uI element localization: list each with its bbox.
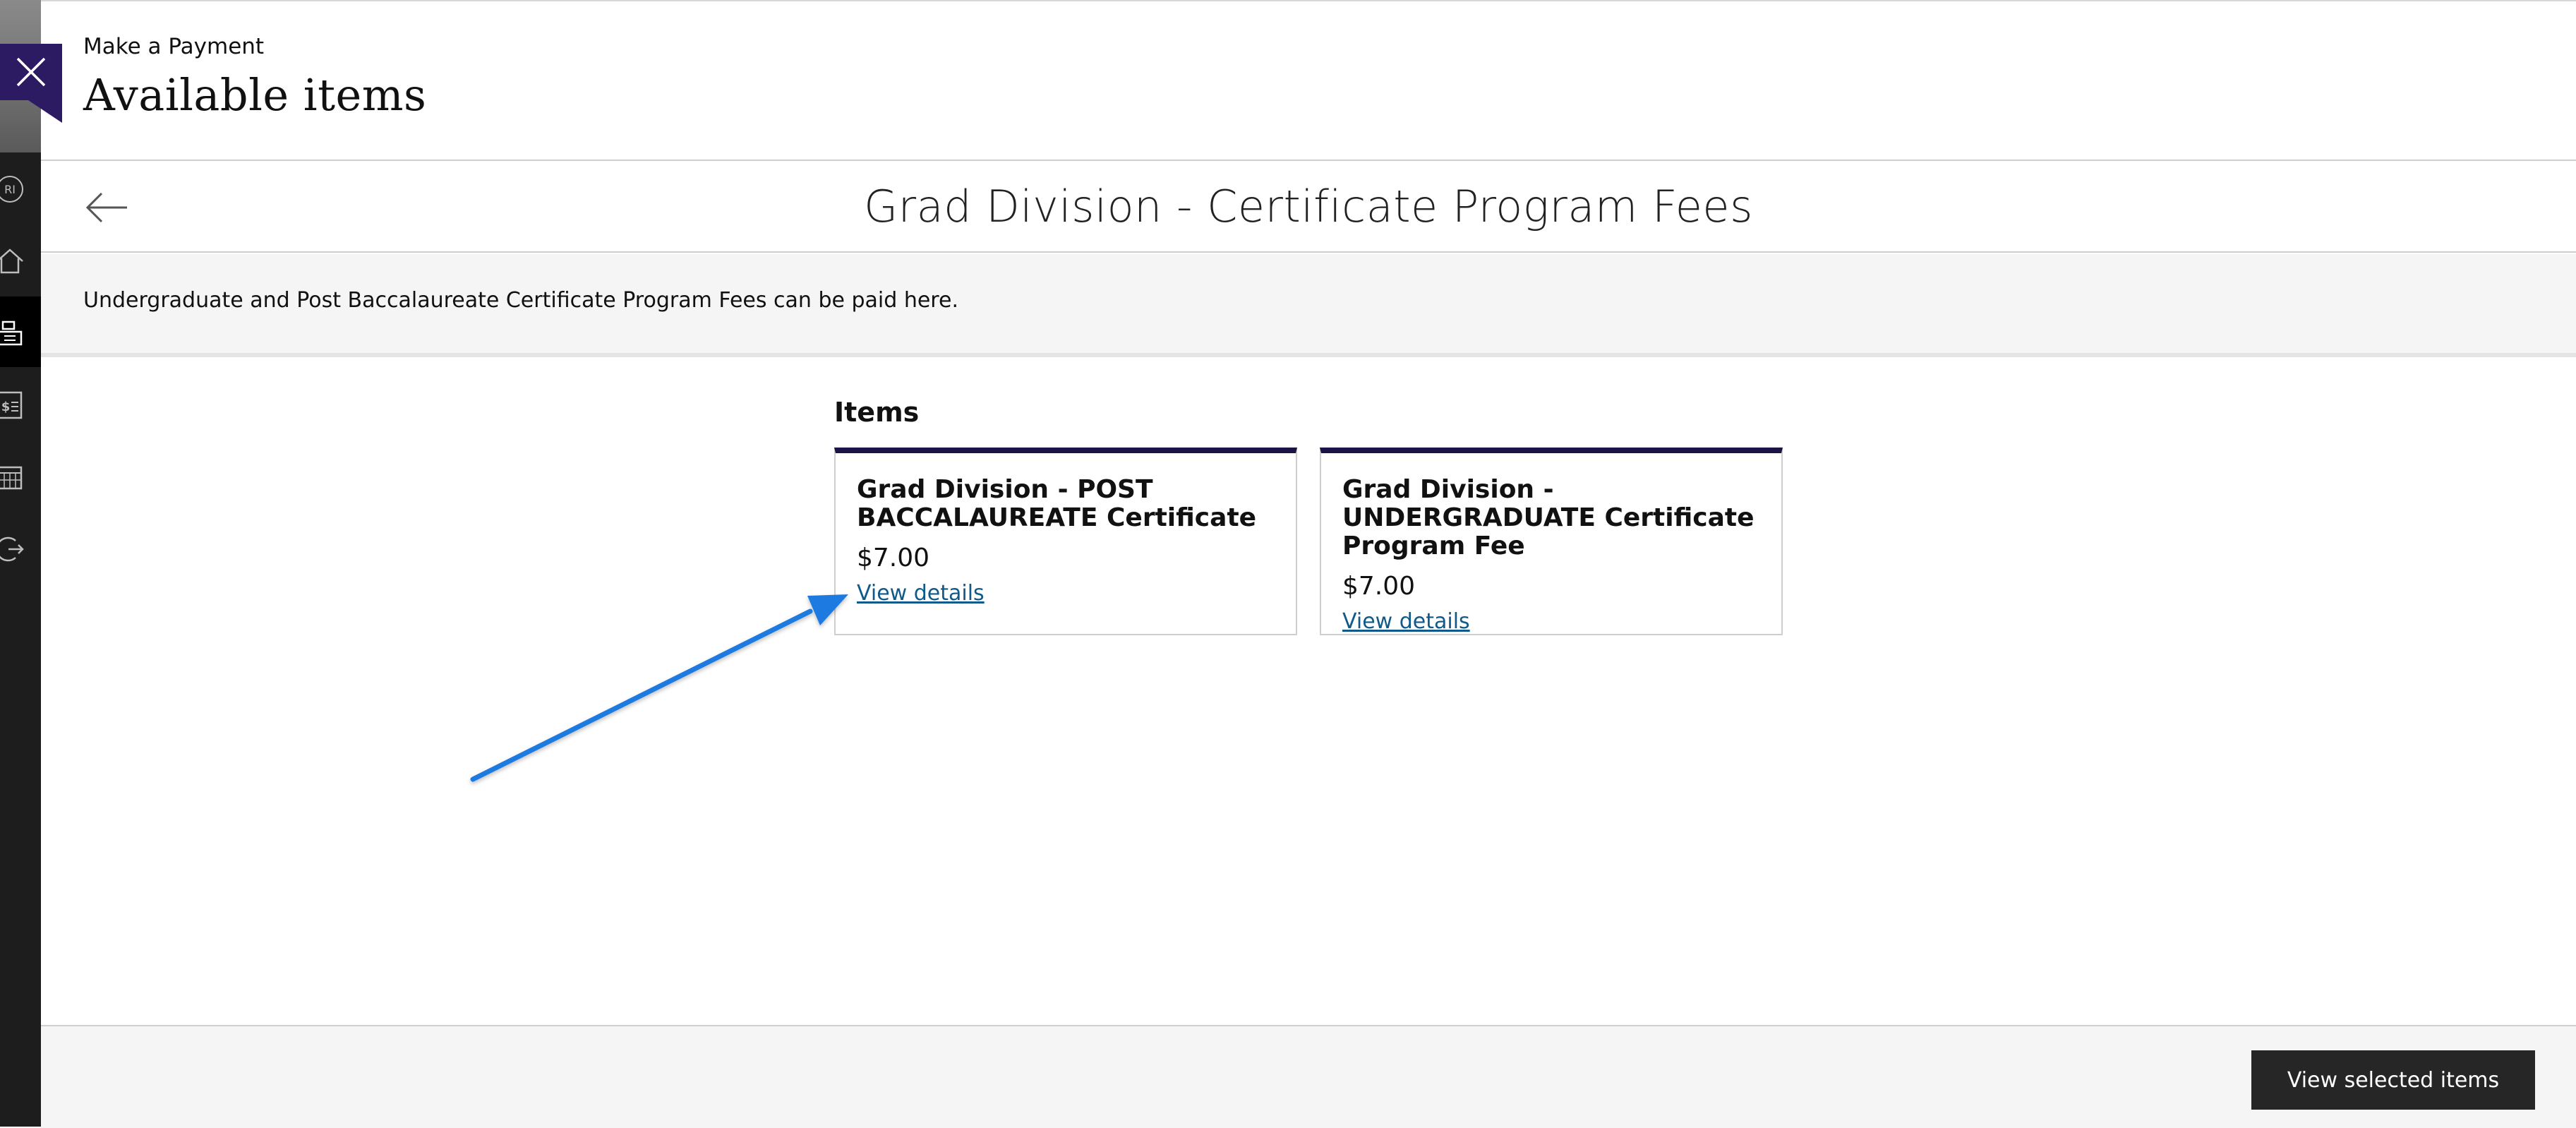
avatar-initials-icon[interactable]: RI [0, 171, 28, 208]
item-price: $7.00 [1342, 572, 1416, 601]
item-card[interactable]: Grad Division - POST BACCALAUREATE Certi… [834, 448, 1297, 635]
section-description: Undergraduate and Post Baccalaureate Cer… [83, 288, 958, 313]
main-panel: Make a Payment Available items Grad Divi… [41, 0, 2576, 1128]
panel-header: Make a Payment Available items [41, 1, 2576, 161]
bill-icon[interactable]: $ [0, 387, 28, 424]
item-title: Grad Division - UNDERGRADUATE Certificat… [1342, 475, 1755, 560]
close-icon [16, 57, 46, 87]
footer-bar: View selected items [41, 1025, 2576, 1128]
section-title: Grad Division - Certificate Program Fees [864, 181, 1753, 232]
svg-text:$: $ [1, 400, 11, 414]
view-details-link[interactable]: View details [1342, 609, 1470, 634]
item-price: $7.00 [857, 544, 930, 572]
logout-icon[interactable] [0, 531, 28, 568]
close-button-tab [28, 100, 62, 123]
breadcrumb: Make a Payment [83, 34, 265, 59]
page-title: Available items [83, 69, 427, 121]
left-sidebar: RI $ [0, 0, 41, 1127]
calendar-icon[interactable] [0, 459, 28, 496]
view-details-link[interactable]: View details [857, 581, 985, 606]
view-selected-items-button[interactable]: View selected items [2251, 1050, 2535, 1110]
close-button[interactable] [0, 44, 62, 100]
cash-register-icon[interactable] [0, 315, 28, 352]
home-icon[interactable] [0, 243, 28, 280]
section-header: Grad Division - Certificate Program Fees [41, 161, 2576, 253]
description-band: Undergraduate and Post Baccalaureate Cer… [41, 254, 2576, 357]
items-heading: Items [834, 397, 920, 428]
svg-text:RI: RI [4, 183, 16, 196]
item-card[interactable]: Grad Division - UNDERGRADUATE Certificat… [1320, 448, 1783, 635]
item-title: Grad Division - POST BACCALAUREATE Certi… [857, 475, 1257, 532]
